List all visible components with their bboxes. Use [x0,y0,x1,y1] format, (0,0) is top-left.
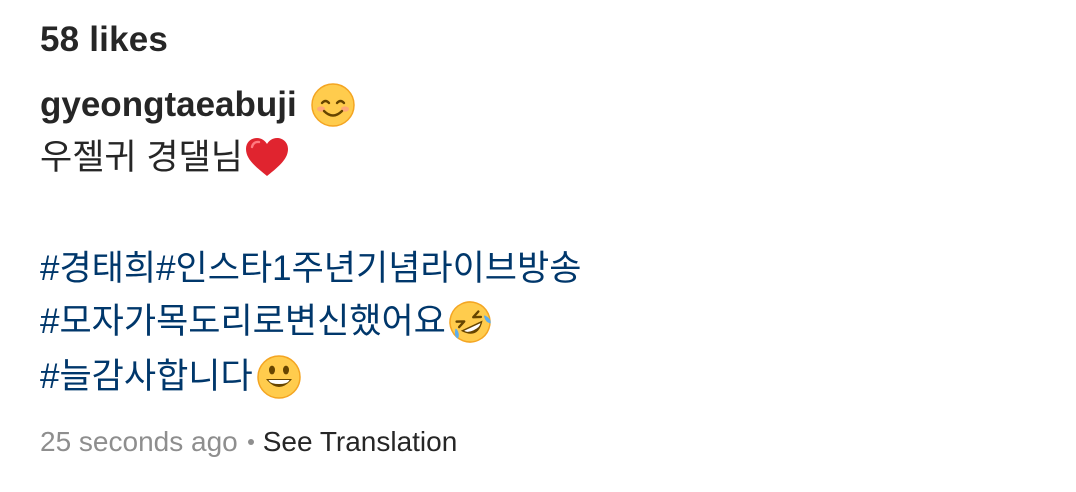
hashtag-link[interactable]: #모자가목도리로변신했어요 [40,298,446,346]
username-line: gyeongtaeabuji [40,80,357,130]
likes-count[interactable]: 58 likes [40,20,168,60]
caption-text: 우젤귀 경댈님 [40,138,243,177]
hashtag-line-2: #모자가목도리로변신했어요 [40,298,494,346]
see-translation-link[interactable]: See Translation [263,426,458,458]
smiling-face-emoji-icon [309,81,357,129]
timestamp: 25 seconds ago [40,426,238,457]
caption-text-line: 우젤귀 경댈님 [40,134,291,182]
post-meta: 25 seconds ago See Translation [40,420,457,464]
hashtag-link[interactable]: #경태희 [40,245,156,293]
grinning-face-emoji-icon [255,353,303,401]
hashtag-link[interactable]: #늘감사합니다 [40,353,253,401]
hashtag-line-1: #경태희 #인스타1주년기념라이브방송 [40,245,581,293]
red-heart-emoji-icon [243,134,291,182]
separator-dot [247,439,254,445]
hashtag-link[interactable]: #인스타1주년기념라이브방송 [156,245,581,293]
username[interactable]: gyeongtaeabuji [40,85,297,125]
hashtag-line-3: #늘감사합니다 [40,353,303,401]
rolling-laughing-emoji-icon [446,298,494,346]
